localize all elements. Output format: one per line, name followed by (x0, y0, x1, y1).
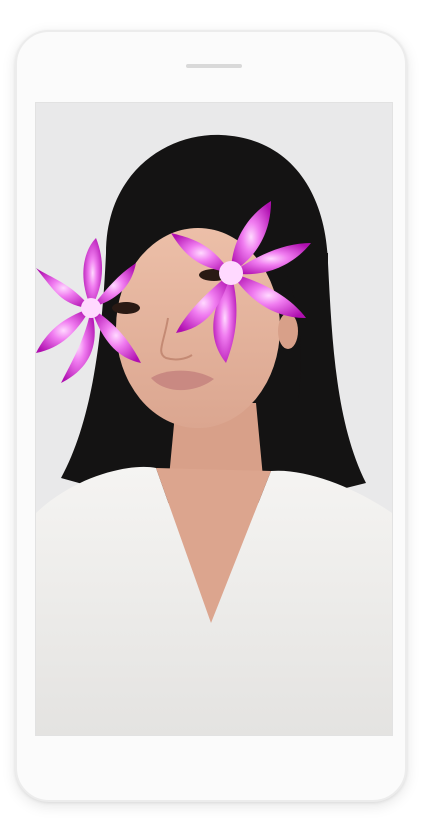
left-eye (112, 302, 140, 314)
phone-frame (15, 30, 407, 802)
camera-view (35, 102, 393, 736)
speaker-grille (186, 64, 242, 68)
selfie-photo (36, 103, 392, 735)
ear (278, 313, 298, 349)
